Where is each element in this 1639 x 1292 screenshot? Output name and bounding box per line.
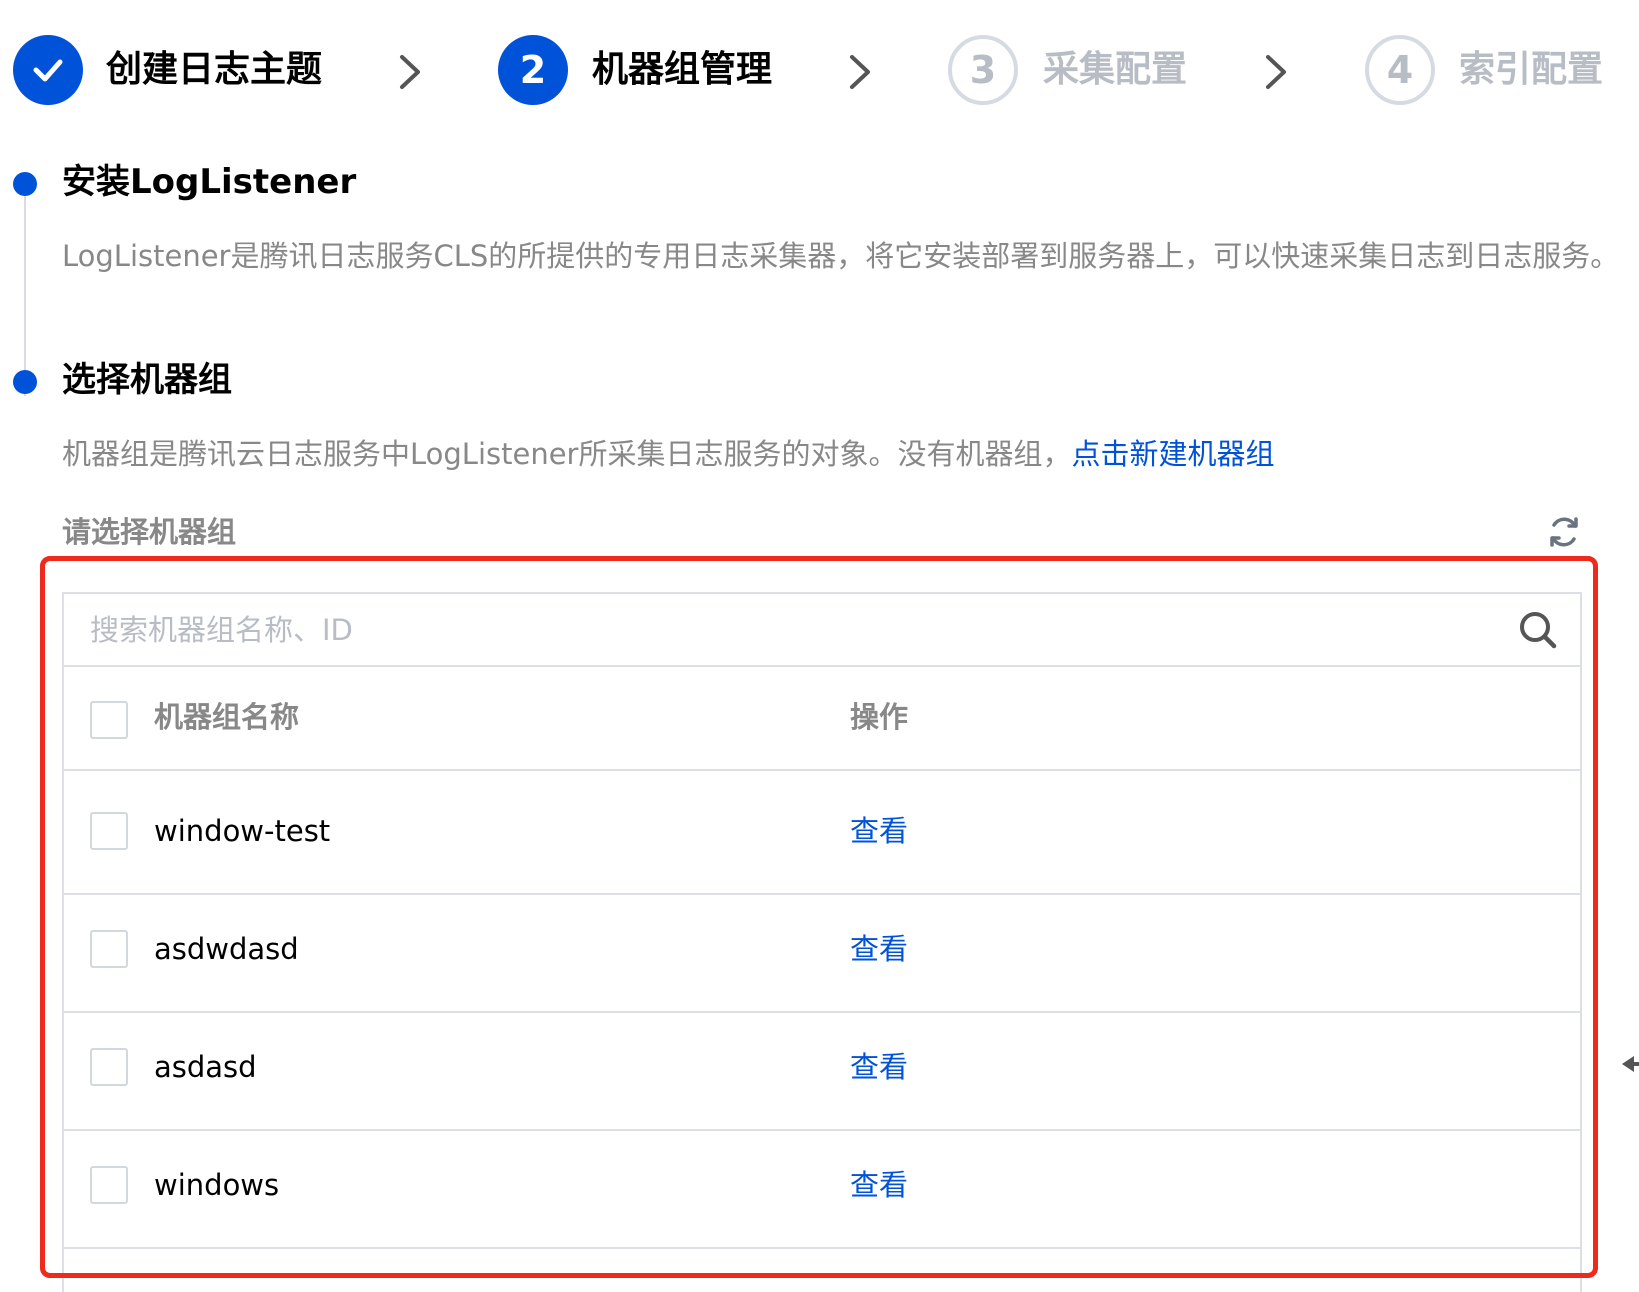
install-section-dot	[13, 172, 37, 196]
machine-group-title: 选择机器组	[62, 360, 232, 400]
steps-bar: 创建日志主题 2 机器组管理 3 采集配置 4 索引配置	[0, 0, 1639, 140]
step-2-circle: 2	[498, 35, 568, 105]
highlight-annotation-box	[40, 556, 1598, 1278]
step-3-label: 采集配置	[1043, 49, 1188, 90]
step-2-label: 机器组管理	[592, 49, 773, 90]
arrow-left-icon	[1622, 1056, 1639, 1072]
machine-group-description-text: 机器组是腾讯云日志服务中LogListener所采集日志服务的对象。没有机器组，	[62, 437, 1072, 471]
chevron-right-icon	[1266, 55, 1286, 89]
install-description: LogListener是腾讯日志服务CLS的所提供的专用日志采集器，将它安装部署…	[62, 239, 1620, 273]
create-machine-group-link[interactable]: 点击新建机器组	[1071, 437, 1274, 471]
step-3-circle: 3	[948, 35, 1018, 105]
chevron-right-icon	[400, 55, 420, 89]
chevron-right-icon	[850, 55, 870, 89]
machine-group-section-dot	[13, 370, 37, 394]
timeline-line	[24, 192, 26, 396]
step-1-label: 创建日志主题	[106, 49, 323, 90]
machine-group-description: 机器组是腾讯云日志服务中LogListener所采集日志服务的对象。没有机器组，…	[62, 434, 1275, 474]
refresh-icon[interactable]	[1545, 513, 1583, 551]
step-4-circle: 4	[1365, 35, 1435, 105]
install-title: 安装LogListener	[62, 162, 357, 202]
select-machine-group-label: 请选择机器组	[62, 515, 237, 549]
step-4-label: 索引配置	[1459, 49, 1604, 90]
step-1-circle	[13, 35, 83, 105]
check-icon	[33, 59, 63, 82]
